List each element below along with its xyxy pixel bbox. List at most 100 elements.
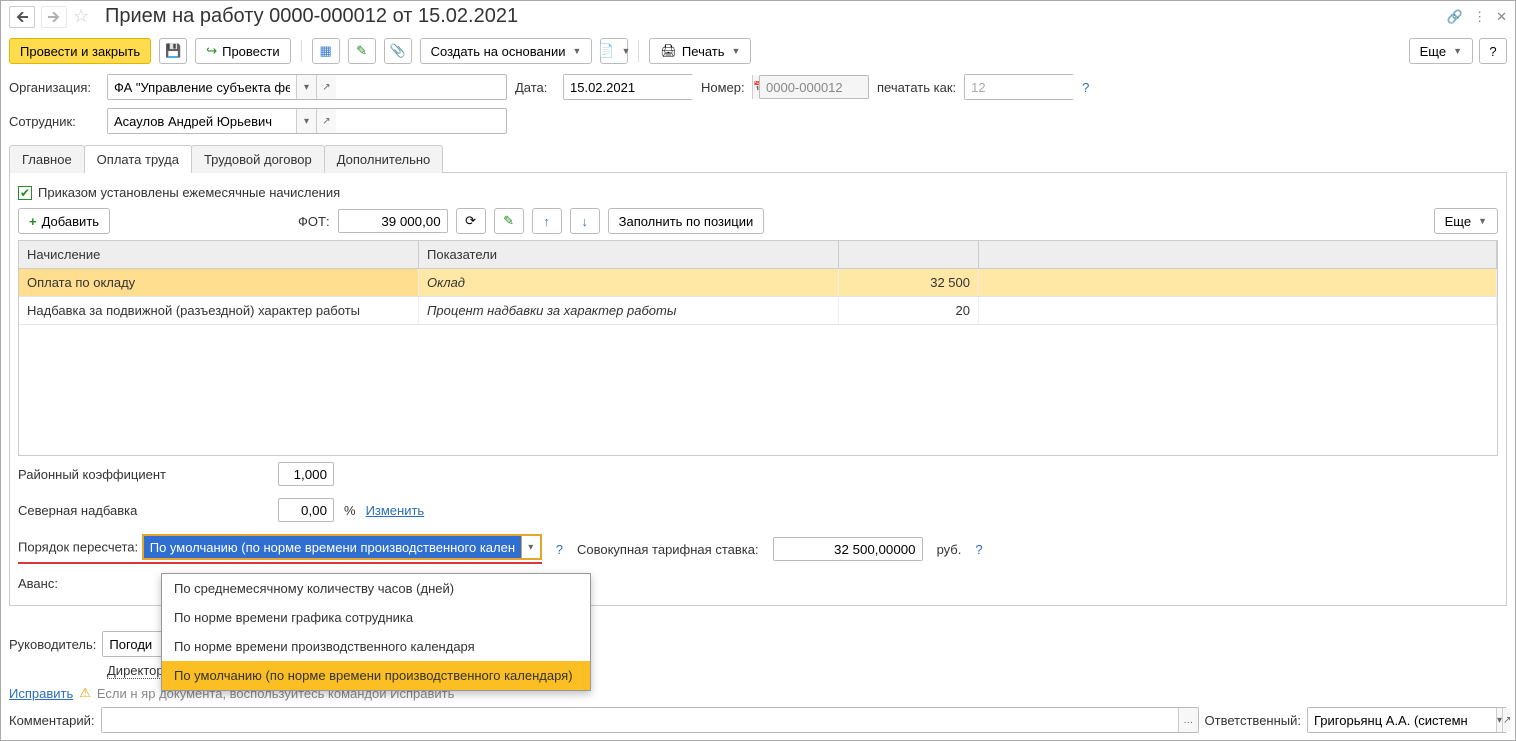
doc-icon: 📄 bbox=[598, 43, 614, 59]
arrow-up-icon: ↑ bbox=[543, 214, 550, 229]
boss-position: Директор bbox=[107, 663, 164, 679]
tab-contract[interactable]: Трудовой договор bbox=[191, 145, 325, 173]
create-based-button[interactable]: Создать на основании▼ bbox=[420, 38, 593, 64]
advance-label: Аванс: bbox=[18, 576, 78, 591]
dropdown-item[interactable]: По умолчанию (по норме времени производс… bbox=[162, 661, 590, 690]
plus-icon: + bbox=[29, 214, 37, 229]
dropdown-item[interactable]: По среднемесячному количеству часов (дне… bbox=[162, 574, 590, 603]
print-button[interactable]: 🖨Печать▼ bbox=[649, 38, 751, 64]
rayk-label: Районный коэффициент bbox=[18, 467, 268, 482]
nav-back-button[interactable] bbox=[9, 6, 35, 28]
monthly-accruals-label: Приказом установлены ежемесячные начисле… bbox=[38, 185, 340, 200]
open-icon[interactable]: ↗ bbox=[1502, 708, 1511, 732]
open-icon[interactable]: ↗ bbox=[316, 75, 336, 99]
comment-input[interactable] bbox=[102, 708, 1178, 732]
col-header-nach: Начисление bbox=[19, 241, 419, 268]
caret-down-icon: ▼ bbox=[622, 46, 631, 56]
nav-forward-button[interactable] bbox=[41, 6, 67, 28]
table-row[interactable]: Оплата по окладу Оклад 32 500 bbox=[19, 269, 1497, 297]
cell-val: 20 bbox=[839, 297, 979, 324]
employee-input[interactable] bbox=[108, 109, 296, 133]
misc-icon-button[interactable]: 📄▼ bbox=[600, 38, 628, 64]
attach-button[interactable]: 📎 bbox=[384, 38, 412, 64]
cell-pokaz: Оклад bbox=[419, 269, 839, 296]
move-down-button[interactable]: ↓ bbox=[570, 208, 600, 234]
responsible-label: Ответственный: bbox=[1205, 713, 1301, 728]
recalc-label: Порядок пересчета: bbox=[18, 540, 138, 555]
cell-pokaz: Процент надбавки за характер работы bbox=[419, 297, 839, 324]
printer-icon: 🖨 bbox=[660, 43, 677, 59]
post-icon: ↪ bbox=[206, 43, 217, 59]
close-icon[interactable]: ✕ bbox=[1496, 9, 1507, 25]
tab-extra[interactable]: Дополнительно bbox=[324, 145, 444, 173]
boss-label: Руководитель: bbox=[9, 637, 96, 652]
help-icon[interactable]: ? bbox=[556, 542, 563, 557]
open-icon[interactable]: ↗ bbox=[316, 109, 336, 133]
more-button[interactable]: Еще▼ bbox=[1409, 38, 1473, 64]
fix-link[interactable]: Исправить bbox=[9, 686, 73, 701]
number-field: 0000-000012 bbox=[759, 75, 869, 99]
cell-nach: Оплата по окладу bbox=[19, 269, 419, 296]
dropdown-icon[interactable]: ▾ bbox=[521, 536, 540, 558]
print-as-input[interactable] bbox=[965, 75, 1153, 99]
edit-icon-button[interactable]: ✎ bbox=[348, 38, 376, 64]
separator bbox=[638, 40, 639, 62]
post-button[interactable]: ↪Провести bbox=[195, 38, 290, 64]
sev-pct: % bbox=[344, 503, 356, 518]
rayk-input[interactable] bbox=[278, 462, 334, 486]
help-button[interactable]: ? bbox=[1479, 38, 1507, 64]
tab-main[interactable]: Главное bbox=[9, 145, 85, 173]
caret-down-icon: ▼ bbox=[1453, 46, 1462, 56]
recalc-combo[interactable] bbox=[144, 536, 521, 558]
post-and-close-button[interactable]: Провести и закрыть bbox=[9, 38, 151, 64]
comment-label: Комментарий: bbox=[9, 713, 95, 728]
list-icon: ▦ bbox=[319, 43, 331, 59]
responsible-input[interactable] bbox=[1308, 708, 1496, 732]
dropdown-icon[interactable]: ▾ bbox=[296, 75, 316, 99]
tab-pay[interactable]: Оплата труда bbox=[84, 145, 192, 173]
sev-input[interactable] bbox=[278, 498, 334, 522]
table-more-button[interactable]: Еще▼ bbox=[1434, 208, 1498, 234]
edit-row-button[interactable]: ✎ bbox=[494, 208, 524, 234]
fot-input[interactable] bbox=[338, 209, 448, 233]
save-button[interactable]: 💾 bbox=[159, 38, 187, 64]
col-header-extra bbox=[979, 241, 1497, 268]
org-input[interactable] bbox=[108, 75, 296, 99]
org-label: Организация: bbox=[9, 80, 99, 95]
table-row[interactable]: Надбавка за подвижной (разъездной) харак… bbox=[19, 297, 1497, 325]
help-icon[interactable]: ? bbox=[1082, 80, 1089, 95]
col-header-val bbox=[839, 241, 979, 268]
table-filler bbox=[19, 325, 1497, 455]
caret-down-icon: ▼ bbox=[1478, 216, 1487, 226]
link-icon[interactable]: 🔗 bbox=[1447, 9, 1463, 25]
help-icon[interactable]: ? bbox=[975, 542, 982, 557]
add-button[interactable]: +Добавить bbox=[18, 208, 110, 234]
monthly-accruals-checkbox[interactable]: ✔ bbox=[18, 186, 32, 200]
star-icon[interactable]: ☆ bbox=[73, 6, 95, 27]
dropdown-item[interactable]: По норме времени производственного кален… bbox=[162, 632, 590, 661]
list-icon-button[interactable]: ▦ bbox=[312, 38, 340, 64]
kebab-icon[interactable]: ⋮ bbox=[1473, 9, 1486, 25]
warning-icon: ⚠ bbox=[79, 685, 91, 701]
refresh-button[interactable]: ⟳ bbox=[456, 208, 486, 234]
arrow-down-icon: ↓ bbox=[581, 214, 588, 229]
tariff-input[interactable] bbox=[773, 537, 923, 561]
sev-label: Северная надбавка bbox=[18, 503, 268, 518]
dropdown-icon[interactable]: ▾ bbox=[296, 109, 316, 133]
fill-by-position-button[interactable]: Заполнить по позиции bbox=[608, 208, 765, 234]
move-up-button[interactable]: ↑ bbox=[532, 208, 562, 234]
number-label: Номер: bbox=[701, 80, 751, 95]
separator bbox=[301, 40, 302, 62]
change-link[interactable]: Изменить bbox=[366, 503, 425, 518]
employee-label: Сотрудник: bbox=[9, 114, 99, 129]
ellipsis-icon[interactable]: … bbox=[1178, 708, 1198, 732]
page-title: Прием на работу 0000-000012 от 15.02.202… bbox=[105, 5, 1441, 28]
tariff-unit: руб. bbox=[937, 542, 962, 557]
col-header-pokaz: Показатели bbox=[419, 241, 839, 268]
paperclip-icon: 📎 bbox=[390, 43, 406, 59]
print-as-label: печатать как: bbox=[877, 80, 956, 95]
dropdown-item[interactable]: По норме времени графика сотрудника bbox=[162, 603, 590, 632]
pencil-icon: ✎ bbox=[503, 213, 514, 229]
recalc-dropdown: По среднемесячному количеству часов (дне… bbox=[161, 573, 591, 691]
caret-down-icon: ▼ bbox=[732, 46, 741, 56]
